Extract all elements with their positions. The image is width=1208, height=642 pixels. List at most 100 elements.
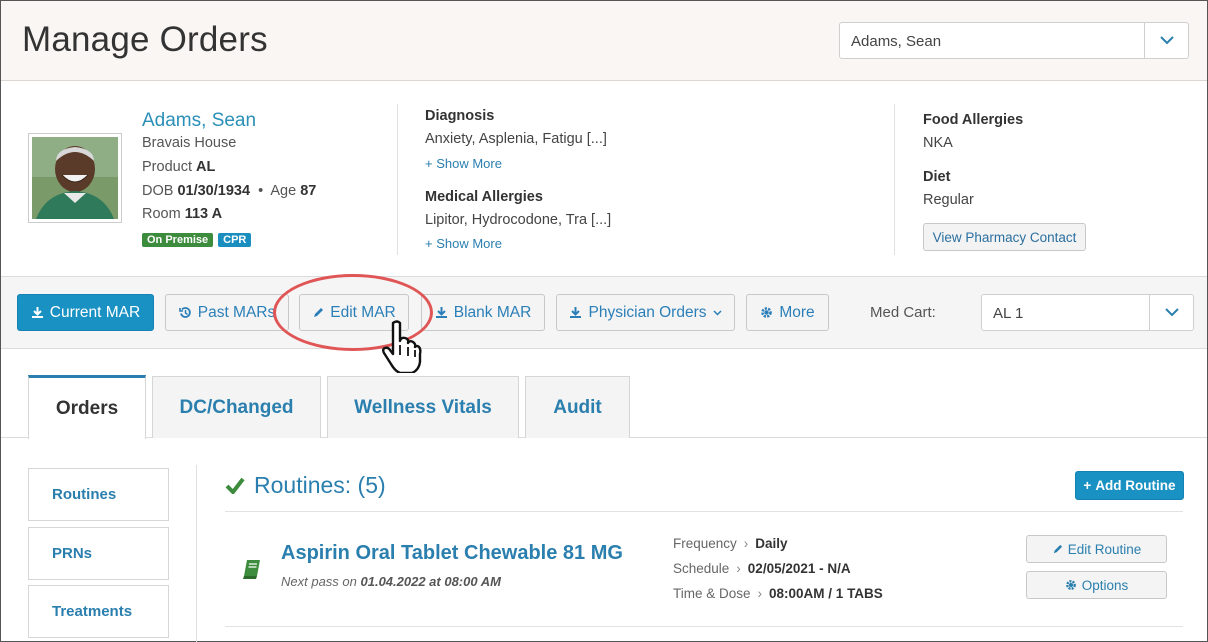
tab-orders[interactable]: Orders — [28, 375, 146, 439]
past-mars-label: Past MARs — [197, 303, 276, 321]
status-badge: CPR — [218, 233, 252, 247]
page-title: Manage Orders — [22, 20, 268, 59]
edit-routine-button[interactable]: Edit Routine — [1026, 535, 1167, 563]
chevron-down-icon[interactable] — [1144, 23, 1188, 58]
resident-product: Product AL — [142, 159, 215, 175]
add-routine-button[interactable]: + Add Routine — [1075, 471, 1184, 500]
next-pass-label: Next pass on — [281, 574, 357, 589]
chevron-right-icon: › — [736, 561, 741, 576]
time-dose-label: Time & Dose — [673, 586, 751, 601]
physician-orders-label: Physician Orders — [588, 303, 707, 321]
status-badge: On Premise — [142, 233, 214, 247]
resident-profile: Adams, Sean Bravais House Product AL DOB… — [1, 82, 1207, 277]
more-label: More — [779, 303, 815, 321]
resident-name[interactable]: Adams, Sean — [142, 110, 256, 132]
medical-allergies-value: Lipitor, Hydrocodone, Tra [...] — [425, 212, 612, 228]
divider — [225, 511, 1183, 512]
med-cart-value: AL 1 — [993, 305, 1024, 322]
options-button[interactable]: Options — [1026, 571, 1167, 599]
med-cart-label: Med Cart: — [870, 304, 936, 321]
edit-mar-button[interactable]: Edit MAR — [299, 294, 409, 331]
tab-wellness-vitals[interactable]: Wellness Vitals — [327, 376, 519, 438]
product-label: Product — [142, 159, 192, 175]
separator-bullet: • — [258, 183, 264, 199]
age-label: Age — [270, 183, 297, 199]
resident-photo — [28, 133, 122, 223]
physician-orders-button[interactable]: Physician Orders — [556, 294, 735, 331]
dob-value: 01/30/1934 — [177, 183, 251, 199]
view-pharmacy-contact-button[interactable]: View Pharmacy Contact — [923, 223, 1086, 251]
download-icon — [31, 307, 43, 318]
schedule-label: Schedule — [673, 561, 730, 576]
check-icon — [225, 477, 245, 494]
side-nav-prns[interactable]: PRNs — [28, 527, 169, 580]
frequency-label: Frequency — [673, 536, 737, 551]
room-label: Room — [142, 206, 181, 222]
schedule-row: Schedule › 02/05/2021 - N/A — [673, 561, 851, 576]
past-mars-button[interactable]: Past MARs — [165, 294, 289, 331]
room-value: 113 A — [184, 206, 223, 222]
plus-icon: + — [425, 156, 433, 171]
resident-select[interactable]: Adams, Sean — [839, 22, 1189, 59]
history-icon — [178, 307, 191, 318]
order-tabs: Orders DC/Changed Wellness Vitals Audit — [1, 375, 1207, 439]
medical-allergies-label: Medical Allergies — [425, 189, 543, 205]
page-header: Manage Orders Adams, Sean — [1, 1, 1207, 81]
resident-select-value: Adams, Sean — [851, 33, 942, 50]
add-routine-label: Add Routine — [1095, 478, 1176, 493]
tab-dc-changed[interactable]: DC/Changed — [152, 376, 321, 438]
divider — [225, 626, 1183, 627]
chevron-down-icon[interactable] — [1149, 295, 1193, 330]
chevron-right-icon: › — [743, 536, 749, 551]
diagnosis-label: Diagnosis — [425, 108, 495, 124]
edit-mar-label: Edit MAR — [330, 303, 396, 321]
divider — [397, 104, 398, 255]
show-more-link[interactable]: + Show More — [425, 236, 502, 251]
plus-icon: + — [1083, 478, 1092, 493]
options-label: Options — [1081, 577, 1129, 593]
food-allergies-label: Food Allergies — [923, 112, 1024, 128]
diet-value: Regular — [923, 192, 974, 208]
download-icon — [570, 307, 582, 318]
schedule-value: 02/05/2021 - N/A — [747, 561, 851, 576]
resident-dob-age: DOB 01/30/1934 • Age 87 — [142, 183, 316, 199]
show-more-label: Show More — [436, 156, 502, 171]
gear-icon — [761, 307, 773, 318]
diet-label: Diet — [923, 169, 951, 185]
side-nav-routines[interactable]: Routines — [28, 468, 169, 521]
blank-mar-button[interactable]: Blank MAR — [421, 294, 545, 331]
resident-room: Room 113 A — [142, 206, 222, 222]
chevron-down-icon — [712, 309, 722, 316]
divider — [196, 465, 197, 642]
time-dose-row: Time & Dose › 08:00AM / 1 TABS — [673, 586, 883, 601]
resident-badges: On Premise CPR — [142, 233, 252, 247]
routines-heading-label: Routines: (5) — [254, 472, 386, 498]
routine-title[interactable]: Aspirin Oral Tablet Chewable 81 MG — [281, 542, 623, 565]
show-more-label: Show More — [436, 236, 502, 251]
next-pass: Next pass on 01.04.2022 at 08:00 AM — [281, 574, 501, 589]
dob-label: DOB — [142, 183, 174, 199]
frequency-row: Frequency › Daily — [673, 536, 788, 551]
resident-facility: Bravais House — [142, 135, 237, 151]
gear-icon — [1065, 580, 1076, 590]
diagnosis-value: Anxiety, Asplenia, Fatigu [...] — [425, 131, 607, 147]
tab-audit[interactable]: Audit — [525, 376, 630, 438]
current-mar-label: Current MAR — [49, 303, 141, 321]
current-mar-button[interactable]: Current MAR — [17, 294, 154, 331]
book-icon — [243, 560, 260, 579]
frequency-value: Daily — [755, 536, 788, 551]
plus-icon: + — [425, 236, 433, 251]
pencil-icon — [1053, 544, 1062, 553]
routines-heading: Routines: (5) — [225, 472, 386, 499]
next-pass-value: 01.04.2022 at 08:00 AM — [360, 574, 501, 589]
more-button[interactable]: More — [746, 294, 829, 331]
med-cart-select[interactable]: AL 1 — [981, 294, 1194, 331]
pencil-icon — [314, 307, 324, 317]
time-dose-value: 08:00AM / 1 TABS — [769, 586, 883, 601]
age-value: 87 — [300, 183, 317, 199]
divider — [894, 104, 895, 255]
side-nav-treatments[interactable]: Treatments — [28, 585, 169, 638]
show-more-link[interactable]: + Show More — [425, 156, 502, 171]
mar-toolbar: Current MAR Past MARs Edit MAR Blank MAR… — [1, 277, 1207, 349]
product-value: AL — [196, 159, 216, 175]
